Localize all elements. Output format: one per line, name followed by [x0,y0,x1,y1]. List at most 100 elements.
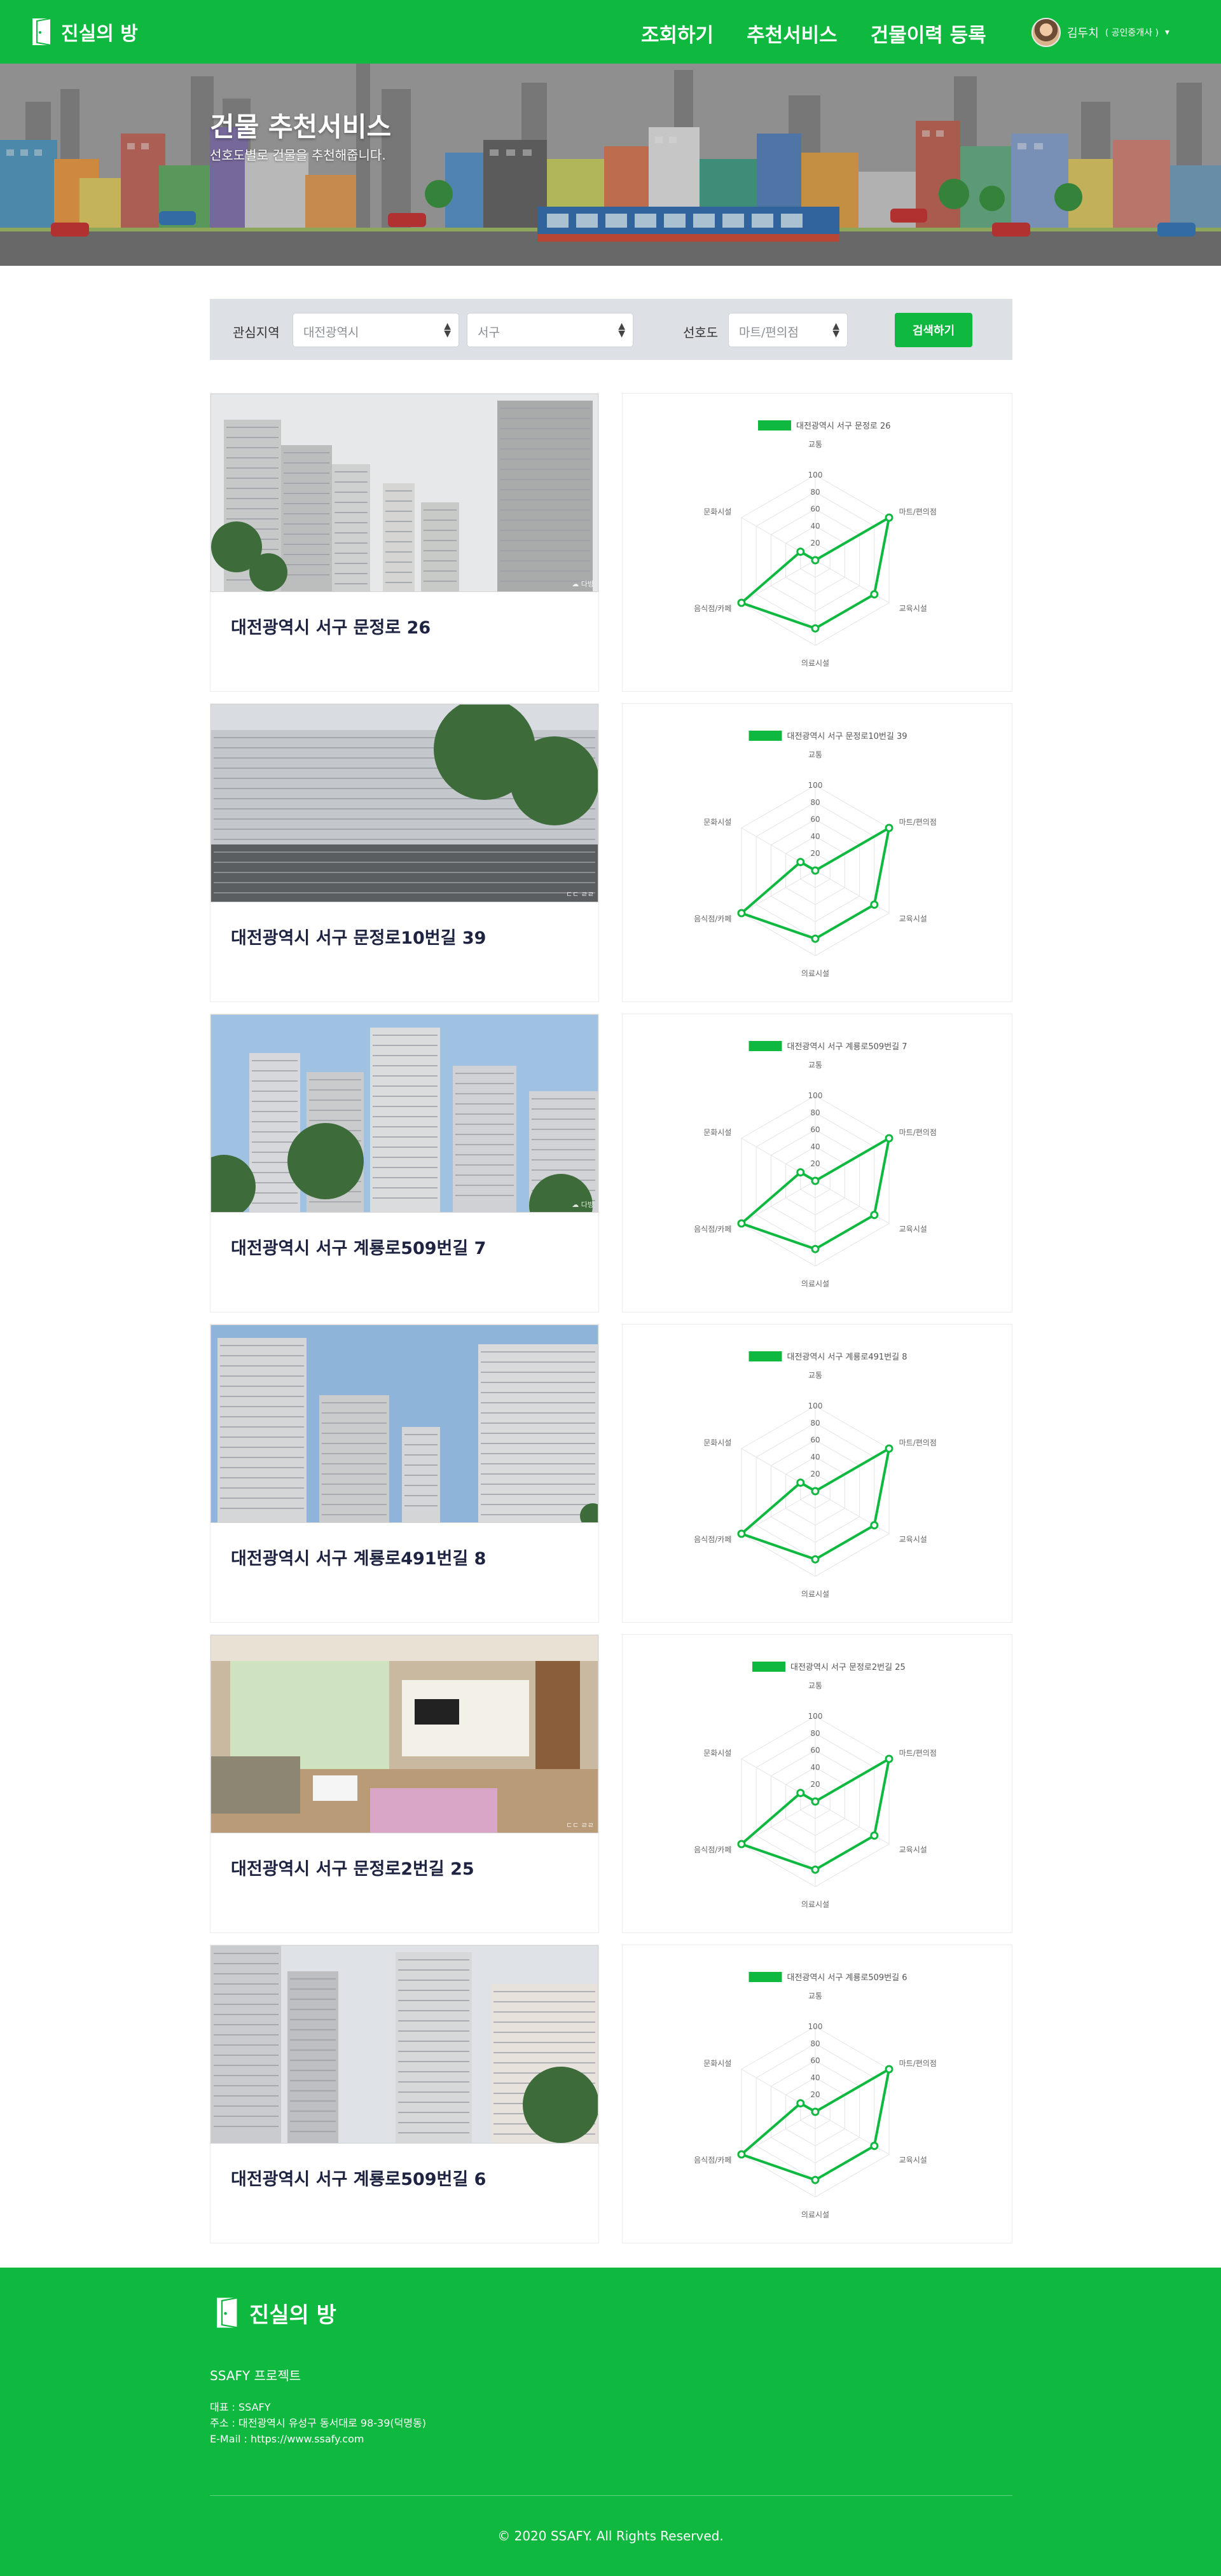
radar-tick-label: 60 [810,1746,820,1755]
building-photo[interactable] [210,1325,598,1523]
building-panel[interactable]: ☁ 다방대전광역시 서구 계룡로509번길 7 [210,1014,599,1312]
radar-axis-label: 교육시설 [899,1225,927,1234]
nav-link-recommend[interactable]: 추천서비스 [747,19,838,48]
sort-arrows-icon: ▲ ▼ [832,321,839,339]
footer-logo-text: 진실의 방 [249,2302,336,2328]
radar-chart-panel: 20 40 60 80 100 교통 마트/편의점 교육시설 의료시설 음식점/카페 문화시설 대전광… [622,703,1012,1002]
radar-axis-line [741,870,816,914]
district-select-value: 서구 [478,326,500,340]
radar-axis-label: 마트/편의점 [899,1438,937,1447]
building-address[interactable]: 대전광역시 서구 계룡로491번길 8 [231,1545,486,1569]
photo-watermark: ㄷㄷ ㄹㄹ [566,890,594,899]
top-navbar: 진실의 방 조회하기 추천서비스 건물이력 등록 김두치 ( 공인중개사 ) ▾ [0,0,1221,64]
building-photo[interactable]: ☁ 다방 [210,1014,598,1213]
legend-swatch [758,420,791,430]
logo-link[interactable]: 진실의 방 [32,18,138,46]
radar-axis-label: 음식점/카페 [694,1845,731,1854]
result-card: 대전광역시 서구 계룡로509번길 6 20 40 60 80 100 교통 마트/편의점 교육… [210,1945,1012,2243]
footer-logo[interactable]: 진실의 방 [216,2297,336,2329]
radar-axis-label: 의료시설 [801,1900,829,1909]
radar-axis-label: 문화시설 [703,507,731,516]
district-select[interactable]: 서구 ▲ ▼ [467,313,633,347]
radar-chart-panel: 20 40 60 80 100 교통 마트/편의점 교육시설 의료시설 음식점/카페 문화시설 대전광… [622,1014,1012,1312]
radar-tick-label: 20 [810,849,820,858]
nav-link-register-history[interactable]: 건물이력 등록 [871,19,986,48]
radar-chart: 20 40 60 80 100 교통마트/편의점교육시설의료시설 음식점/카페 문화시설 대전광… [694,731,937,978]
building-panel[interactable]: ㄷㄷ ㄹㄹ 대전광역시 서구 문정로2번길 25 [210,1634,599,1933]
radar-tick-label: 60 [810,1436,820,1445]
search-button[interactable]: 검색하기 [895,313,972,347]
building-photo[interactable]: ☁ 다방 [210,394,598,592]
city-select-value: 대전광역시 [303,326,359,340]
radar-chart-panel: 20 40 60 80 100 교통 마트/편의점 교육시설 의료시설 음식점/카페 문화시설 대전광… [622,393,1012,692]
building-photo[interactable]: ㄷㄷ ㄹㄹ [210,704,598,902]
radar-tick-label: 20 [810,2090,820,2099]
radar-point [811,866,820,875]
radar-tick-label: 20 [810,1780,820,1789]
building-address[interactable]: 대전광역시 서구 문정로2번길 25 [231,1855,474,1880]
footer-project: SSAFY 프로젝트 [210,2368,301,2383]
radar-axis-label: 교통 [808,750,822,759]
footer-divider [210,2495,1012,2496]
radar-axis-label: 의료시설 [801,969,829,978]
footer-address: 주소 : 대전광역시 유성구 동서대로 98-39(덕명동) [210,2417,427,2429]
city-illustration [0,64,1221,266]
radar-axis-label: 마트/편의점 [899,507,937,516]
radar-axis-line [741,2111,816,2155]
radar-tick-label: 40 [810,2073,820,2082]
radar-axis-line [741,1180,816,1224]
building-address[interactable]: 대전광역시 서구 계룡로509번길 7 [231,1234,486,1259]
legend-label: 대전광역시 서구 문정로10번길 39 [787,732,907,741]
legend-swatch [752,1662,785,1672]
radar-axis-label: 교육시설 [899,2156,927,2165]
building-panel[interactable]: 대전광역시 서구 계룡로491번길 8 [210,1324,599,1623]
radar-chart-panel: 20 40 60 80 100 교통 마트/편의점 교육시설 의료시설 음식점/카페 문화시설 대전광… [622,1945,1012,2243]
radar-tick-label: 20 [810,1159,820,1168]
radar-point [870,590,879,599]
radar-axis-label: 음식점/카페 [694,604,731,613]
result-card: ㄷㄷ ㄹㄹ 대전광역시 서구 문정로2번길 25 20 40 60 80 100 교통 마트/편… [210,1634,1012,1933]
search-filter-bar: 관심지역 대전광역시 ▲ ▼ 서구 ▲ ▼ 선호도 마트/편의점 ▲ ▼ 검색하기 [210,299,1012,360]
radar-axis-label: 문화시설 [703,1749,731,1758]
radar-chart: 20 40 60 80 100 교통마트/편의점교육시설의료시설 음식점/카페 문화시설 대전광… [694,1662,937,1909]
radar-tick-label: 80 [810,2039,820,2048]
building-photo[interactable] [210,1945,598,2144]
radar-tick-label: 40 [810,1142,820,1151]
radar-axis-label: 문화시설 [703,1438,731,1447]
city-select[interactable]: 대전광역시 ▲ ▼ [293,313,459,347]
door-icon [217,2297,238,2329]
radar-point [811,1797,820,1806]
radar-axis-label: 문화시설 [703,818,731,827]
radar-axis-label: 음식점/카페 [694,2156,731,2165]
nav-link-search[interactable]: 조회하기 [641,19,714,48]
legend-swatch [748,731,782,741]
preference-select[interactable]: 마트/편의점 ▲ ▼ [728,313,848,347]
radar-point [870,2142,879,2151]
photo-watermark: ㄷㄷ ㄹㄹ [566,1821,594,1829]
radar-point [737,1219,746,1228]
building-address[interactable]: 대전광역시 서구 계룡로509번길 6 [231,2165,486,2190]
user-name: 김두치 [1067,27,1099,40]
radar-point [870,1831,879,1840]
radar-point [811,2107,820,2116]
building-panel[interactable]: ㄷㄷ ㄹㄹ 대전광역시 서구 문정로10번길 39 [210,703,599,1002]
building-photo-image [211,1015,598,1212]
radar-tick-label: 100 [808,1402,823,1410]
radar-chart: 20 40 60 80 100 교통마트/편의점교육시설의료시설 음식점/카페 문화시설 대전광… [694,420,937,668]
building-photo[interactable]: ㄷㄷ ㄹㄹ [210,1635,598,1833]
radar-chart: 20 40 60 80 100 교통마트/편의점교육시설의료시설 음식점/카페 문화시설 대전광… [694,1351,937,1599]
radar-point [796,1168,805,1177]
radar-point [811,1555,820,1564]
radar-point [796,548,805,556]
radar-axis-label: 음식점/카페 [694,914,731,923]
logo-text: 진실의 방 [61,23,138,45]
radar-point [811,556,820,565]
region-label: 관심지역 [233,325,280,340]
building-panel[interactable]: ☁ 다방대전광역시 서구 문정로 26 [210,393,599,692]
radar-axis-line [741,1801,816,1845]
radar-axis-label: 마트/편의점 [899,1749,937,1758]
building-address[interactable]: 대전광역시 서구 문정로 26 [231,614,431,638]
user-menu[interactable]: 김두치 ( 공인중개사 ) ▾ [1031,18,1169,47]
building-address[interactable]: 대전광역시 서구 문정로10번길 39 [231,924,486,949]
building-panel[interactable]: 대전광역시 서구 계룡로509번길 6 [210,1945,599,2243]
